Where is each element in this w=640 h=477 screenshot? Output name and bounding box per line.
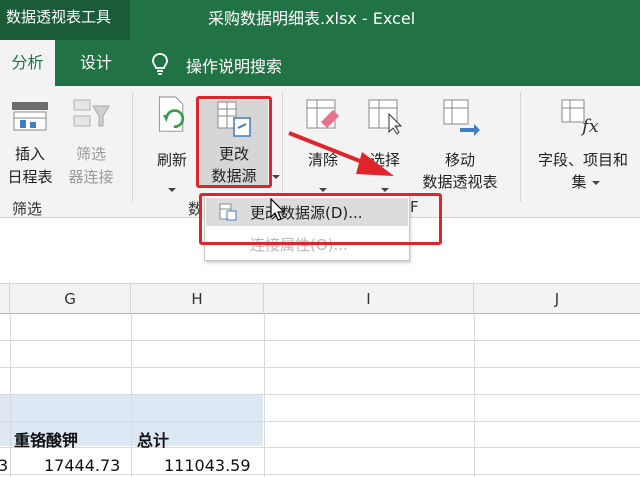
highlight-change-data-source-button xyxy=(196,96,272,188)
move-pivot-table-button[interactable]: 移动 数据透视表 xyxy=(414,92,506,202)
change-data-source-caret-icon xyxy=(272,175,280,179)
col-line xyxy=(264,314,265,477)
pivot-header-potassium-dichromate[interactable]: 重铬酸钾 xyxy=(14,427,78,451)
insert-timeline-label-1: 插入 xyxy=(14,145,45,163)
group-separator xyxy=(132,92,133,202)
row-line xyxy=(0,447,640,448)
column-header-g[interactable]: G xyxy=(10,284,131,314)
pivot-header-total[interactable]: 总计 xyxy=(137,427,169,451)
highlight-change-data-source-menu-item xyxy=(199,193,442,245)
partial-cell-value[interactable]: 3 xyxy=(0,456,8,475)
filter-connections-icon xyxy=(73,99,110,127)
col-line xyxy=(10,314,11,477)
refresh-caret-icon xyxy=(168,188,176,192)
row-line xyxy=(0,421,640,422)
column-header-j[interactable]: J xyxy=(474,284,640,314)
insert-timeline-label-2: 日程表 xyxy=(7,168,53,186)
fields-items-sets-button[interactable]: fx 字段、项目和 集 xyxy=(526,92,640,202)
pivot-tools-context-tab: 数据透视表工具 xyxy=(0,0,130,40)
context-tab-label: 数据透视表工具 xyxy=(6,8,112,26)
filter-connections-label-2: 器连接 xyxy=(68,168,114,186)
insert-timeline-button[interactable]: 插入 日程表 xyxy=(2,92,58,202)
clear-caret-icon xyxy=(319,188,327,192)
col-line xyxy=(131,314,132,477)
clear-button[interactable]: 清除 xyxy=(298,92,348,202)
fields-items-label-1: 字段、项目和 xyxy=(537,151,628,169)
timeline-icon xyxy=(12,102,48,131)
refresh-button[interactable]: 刷新 xyxy=(148,92,196,202)
fields-items-sets-icon: fx xyxy=(561,99,599,136)
row-line xyxy=(0,367,640,368)
row-line xyxy=(0,340,640,341)
move-pivot-label-1: 移动 xyxy=(444,151,475,169)
title-bar: 数据透视表工具 采购数据明细表.xlsx - Excel xyxy=(0,0,640,40)
ribbon-tab-row: 分析 设计 操作说明搜索 xyxy=(0,40,640,86)
column-header-i[interactable]: I xyxy=(264,284,474,314)
lightbulb-icon xyxy=(152,53,168,75)
column-header[interactable] xyxy=(0,284,10,314)
select-caret-icon xyxy=(381,188,389,192)
col-line xyxy=(474,314,475,477)
move-pivot-label-2: 数据透视表 xyxy=(422,173,498,191)
select-icon xyxy=(368,99,403,135)
refresh-icon xyxy=(158,96,185,132)
refresh-label: 刷新 xyxy=(156,151,187,169)
move-pivot-table-icon xyxy=(443,99,480,136)
select-label: 选择 xyxy=(369,151,400,169)
document-title: 采购数据明细表.xlsx - Excel xyxy=(208,9,416,28)
filter-group-label: 筛选 xyxy=(12,200,43,218)
fields-items-caret-icon xyxy=(592,181,600,185)
select-button[interactable]: 选择 xyxy=(360,92,410,202)
fields-items-label-2: 集 xyxy=(571,173,587,191)
worksheet-grid[interactable]: 重铬酸钾 总计 3 17444.73 111043.59 xyxy=(0,314,640,477)
svg-text:fx: fx xyxy=(580,116,599,136)
group-separator xyxy=(282,92,283,202)
filter-connections-button: 筛选 器连接 xyxy=(62,92,120,202)
tab-analyze[interactable]: 分析 xyxy=(0,40,55,86)
clear-icon xyxy=(306,99,339,129)
clear-label: 清除 xyxy=(307,151,338,169)
pivot-value-total[interactable]: 111043.59 xyxy=(164,456,251,475)
tell-me-label: 操作说明搜索 xyxy=(186,57,283,76)
filter-connections-label-1: 筛选 xyxy=(75,145,106,163)
pivot-value-potassium-dichromate[interactable]: 17444.73 xyxy=(44,456,120,475)
column-header-h[interactable]: H xyxy=(131,284,264,314)
tab-design[interactable]: 设计 xyxy=(60,40,132,86)
